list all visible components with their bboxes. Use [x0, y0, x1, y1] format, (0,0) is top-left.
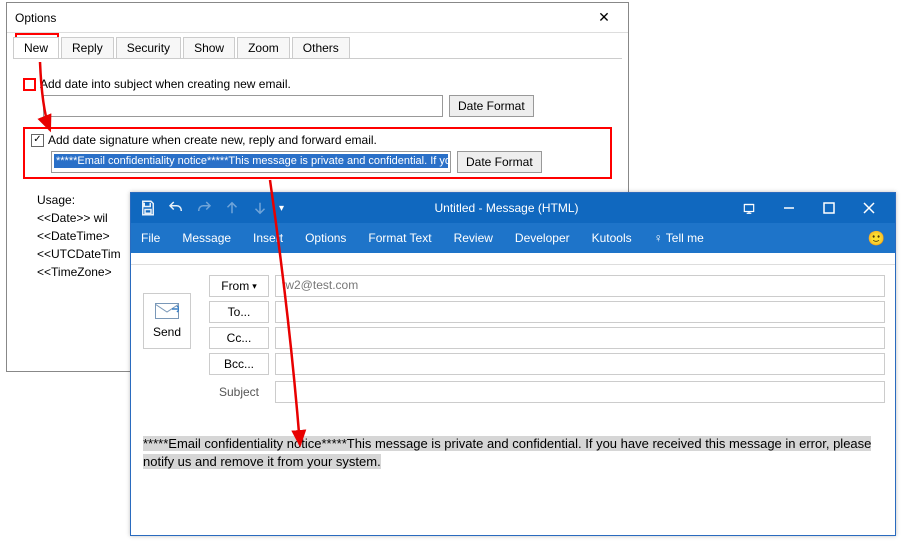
tab-others[interactable]: Others	[292, 37, 350, 58]
tab-format-text[interactable]: Format Text	[368, 231, 431, 245]
tell-me[interactable]: ♀ Tell me	[654, 231, 704, 245]
to-button[interactable]: To...	[209, 301, 269, 323]
row-add-date-subject: Add date into subject when creating new …	[23, 77, 612, 117]
feedback-smile-icon[interactable]: 🙂	[868, 230, 885, 247]
subject-label: Subject	[209, 385, 269, 399]
tab-security[interactable]: Security	[116, 37, 181, 58]
label-add-date-subject: Add date into subject when creating new …	[40, 77, 291, 91]
input-date-subject[interactable]	[43, 95, 443, 117]
ribbon-tabs: File Message Insert Options Format Text …	[131, 223, 895, 253]
tab-insert[interactable]: Insert	[253, 231, 283, 245]
from-field[interactable]: tw2@test.com	[275, 275, 885, 297]
close-window-icon[interactable]	[849, 194, 889, 222]
highlight-signature-block: ✓ Add date signature when create new, re…	[23, 127, 612, 179]
redo-icon[interactable]	[195, 199, 213, 217]
tell-me-label: Tell me	[666, 231, 704, 245]
tab-reply[interactable]: Reply	[61, 37, 114, 58]
quick-access-toolbar: ▾	[139, 199, 284, 217]
options-tabs: New Reply Security Show Zoom Others	[13, 37, 622, 59]
envelope-icon	[155, 303, 179, 319]
tab-developer[interactable]: Developer	[515, 231, 570, 245]
from-button[interactable]: From	[209, 275, 269, 297]
button-date-format-2[interactable]: Date Format	[457, 151, 542, 173]
input-signature-value: *****Email confidentiality notice*****Th…	[54, 154, 448, 168]
tab-options[interactable]: Options	[305, 231, 346, 245]
input-signature[interactable]: *****Email confidentiality notice*****Th…	[51, 151, 451, 173]
bcc-field[interactable]	[275, 353, 885, 375]
tab-new[interactable]: New	[13, 37, 59, 58]
up-arrow-icon[interactable]	[223, 199, 241, 217]
compose-area: Send From tw2@test.com To... Cc... Bcc..…	[131, 265, 895, 409]
button-date-format-1[interactable]: Date Format	[449, 95, 534, 117]
tab-show[interactable]: Show	[183, 37, 235, 58]
maximize-icon[interactable]	[809, 194, 849, 222]
message-window: ▾ Untitled - Message (HTML) File Message…	[130, 192, 896, 536]
send-button[interactable]: Send	[143, 293, 191, 349]
tab-message[interactable]: Message	[182, 231, 231, 245]
undo-icon[interactable]	[167, 199, 185, 217]
tab-review[interactable]: Review	[454, 231, 493, 245]
save-icon[interactable]	[139, 199, 157, 217]
minimize-icon[interactable]	[769, 194, 809, 222]
message-title: Untitled - Message (HTML)	[284, 201, 729, 215]
close-icon[interactable]: ✕	[584, 6, 624, 30]
options-title: Options	[15, 11, 584, 25]
options-titlebar: Options ✕	[7, 3, 628, 33]
tab-file[interactable]: File	[141, 231, 160, 245]
down-arrow-icon[interactable]	[251, 199, 269, 217]
checkbox-add-date-subject[interactable]	[23, 78, 36, 91]
ribbon-display-options-icon[interactable]	[729, 194, 769, 222]
checkbox-add-signature[interactable]: ✓	[31, 134, 44, 147]
cc-field[interactable]	[275, 327, 885, 349]
bcc-button[interactable]: Bcc...	[209, 353, 269, 375]
label-add-signature: Add date signature when create new, repl…	[48, 133, 377, 147]
message-body[interactable]: *****Email confidentiality notice*****Th…	[143, 435, 883, 471]
bulb-icon: ♀	[654, 231, 663, 245]
subject-field[interactable]	[275, 381, 885, 403]
tab-zoom[interactable]: Zoom	[237, 37, 290, 58]
message-titlebar: ▾ Untitled - Message (HTML)	[131, 193, 895, 223]
to-field[interactable]	[275, 301, 885, 323]
tab-kutools[interactable]: Kutools	[592, 231, 632, 245]
from-label: From	[221, 279, 249, 293]
ribbon-collapsed-area	[131, 253, 895, 265]
body-signature-text: *****Email confidentiality notice*****Th…	[143, 436, 871, 469]
cc-button[interactable]: Cc...	[209, 327, 269, 349]
send-label: Send	[153, 325, 181, 339]
